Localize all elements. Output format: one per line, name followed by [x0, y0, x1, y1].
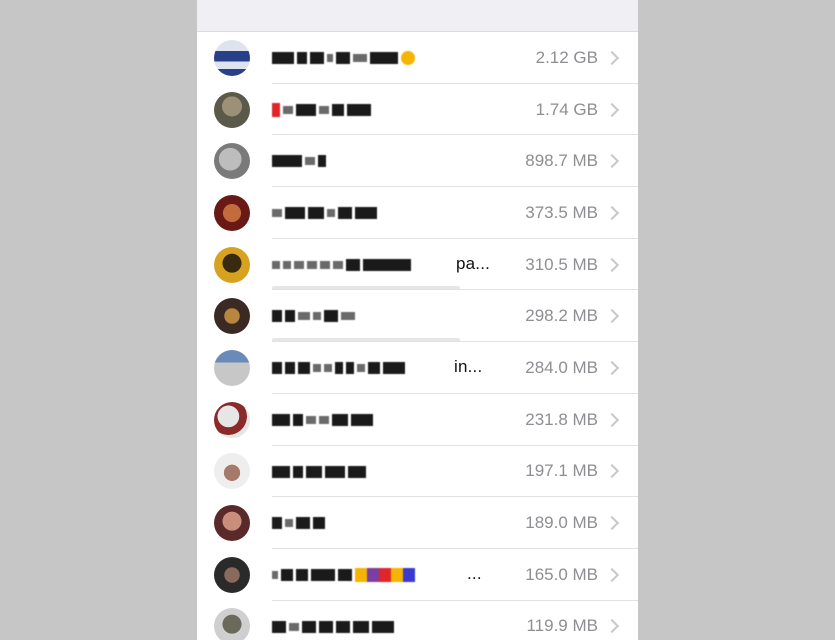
- chat-storage-row[interactable]: 197.1 MB: [197, 446, 638, 498]
- chevron-right-icon: [604, 257, 620, 272]
- chat-storage-row[interactable]: in... 284.0 MB: [197, 342, 638, 394]
- chevron-right-icon: [604, 154, 620, 169]
- chat-storage-row[interactable]: 373.5 MB: [197, 187, 638, 239]
- chevron-right-icon: [604, 412, 620, 427]
- storage-size: 165.0 MB: [525, 564, 598, 584]
- chat-storage-row[interactable]: 189.0 MB: [197, 497, 638, 549]
- chevron-right-icon: [604, 464, 620, 479]
- chat-avatar: [214, 401, 250, 438]
- chat-avatar: [214, 608, 250, 640]
- chat-avatar: [214, 91, 250, 128]
- chevron-right-icon: [604, 309, 620, 324]
- storage-size: 231.8 MB: [525, 409, 598, 429]
- chat-storage-row[interactable]: 2.12 GB: [197, 32, 638, 84]
- chat-name-redacted: [272, 360, 405, 376]
- chevron-right-icon: [604, 567, 620, 582]
- chat-name-suffix: in...: [454, 357, 483, 377]
- chat-name-redacted: [272, 153, 326, 169]
- chat-avatar: [214, 143, 250, 180]
- chevron-right-icon: [604, 50, 620, 65]
- chevron-right-icon: [604, 205, 620, 220]
- storage-size: 197.1 MB: [525, 461, 598, 481]
- section-header: [197, 0, 638, 32]
- chat-storage-row[interactable]: 298.2 MB: [197, 290, 638, 343]
- chat-storage-row[interactable]: 119.9 MB: [197, 601, 638, 640]
- chat-avatar: [214, 453, 250, 490]
- chat-avatar: [214, 505, 250, 542]
- chat-avatar: [214, 298, 250, 335]
- chat-name-redacted: [272, 257, 411, 273]
- storage-size: 298.2 MB: [525, 306, 598, 326]
- chat-name-redacted: [272, 308, 355, 324]
- chat-avatar: [214, 194, 250, 231]
- chat-name-redacted: [272, 567, 415, 583]
- chat-avatar: [214, 349, 250, 386]
- chat-name-redacted: [272, 412, 373, 428]
- storage-size: 1.74 GB: [535, 99, 598, 119]
- chat-name-suffix: pa...: [456, 253, 491, 273]
- chat-name-redacted: [272, 464, 366, 480]
- chat-storage-row[interactable]: ... 165.0 MB: [197, 549, 638, 601]
- chat-storage-row[interactable]: pa... 310.5 MB: [197, 239, 638, 291]
- chat-storage-row[interactable]: 231.8 MB: [197, 394, 638, 446]
- storage-size: 373.5 MB: [525, 202, 598, 222]
- chat-avatar: [214, 246, 250, 283]
- chat-storage-row[interactable]: 1.74 GB: [197, 84, 638, 136]
- storage-size: 284.0 MB: [525, 357, 598, 377]
- storage-usage-screen: 2.12 GB 1.74 GB 898.7 MB 373.5 MB pa... …: [197, 0, 638, 640]
- chat-name-redacted: [272, 205, 377, 221]
- chat-name-redacted: [272, 515, 325, 531]
- chevron-right-icon: [604, 102, 620, 117]
- storage-size: 2.12 GB: [535, 47, 598, 67]
- chevron-right-icon: [604, 619, 620, 634]
- storage-size: 189.0 MB: [525, 513, 598, 533]
- storage-size: 898.7 MB: [525, 151, 598, 171]
- chevron-right-icon: [604, 515, 620, 531]
- chat-name-redacted: [272, 50, 415, 66]
- chat-storage-row[interactable]: 898.7 MB: [197, 135, 638, 188]
- chat-avatar: [214, 556, 250, 593]
- chat-name-suffix: ...: [467, 563, 482, 583]
- storage-size: 119.9 MB: [526, 616, 598, 636]
- chat-avatar: [214, 39, 250, 76]
- chat-name-redacted: [272, 619, 394, 635]
- chevron-right-icon: [604, 360, 620, 376]
- storage-size: 310.5 MB: [525, 254, 598, 274]
- chat-name-redacted: [272, 102, 371, 118]
